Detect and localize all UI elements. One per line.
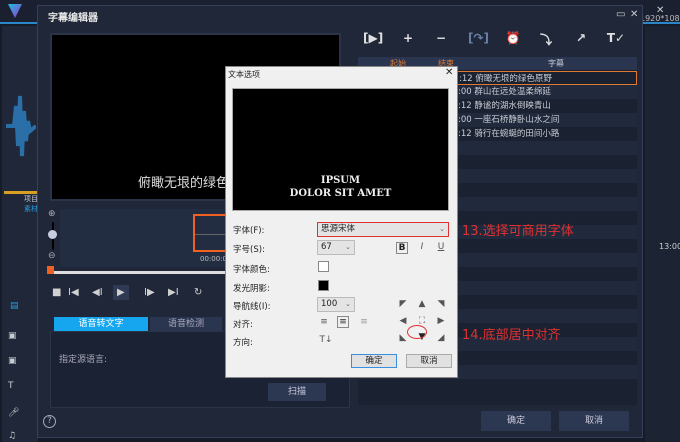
maximize-icon[interactable]: ▭ xyxy=(616,9,625,20)
annotation-circle xyxy=(407,325,427,339)
row-text: 骑行在蜿蜒的田间小路 xyxy=(474,129,560,139)
cancel-button[interactable]: 取消 xyxy=(559,411,629,431)
next-frame-button[interactable]: I▶ xyxy=(144,287,155,298)
align-center-icon[interactable]: ≡ xyxy=(337,316,349,328)
guide-select[interactable]: 100 ⌄ xyxy=(317,297,355,312)
size-select[interactable]: 67 ⌄ xyxy=(317,240,355,255)
underline-button[interactable]: U xyxy=(435,242,447,252)
annotation-step-13: 13.选择可商用字体 xyxy=(462,224,574,239)
play-subtitle-icon[interactable]: [▶] xyxy=(363,31,383,45)
font-label: 字体(F): xyxy=(233,226,265,236)
window-title: 字幕编辑器 xyxy=(48,13,98,24)
guide-value: 100 xyxy=(321,299,338,309)
app-logo-icon xyxy=(8,4,22,18)
align-left-icon[interactable]: ≡ xyxy=(318,317,330,327)
row-text: 静谧的湖水倒映青山 xyxy=(474,101,551,111)
time-offset-icon[interactable]: ⏰ xyxy=(503,31,523,45)
dialog-title: 文本选项 xyxy=(228,70,260,79)
text-options-dialog: 文本选项 ✕ IPSUM DOLOR SIT AMET 字体(F): 思源宋体 ⌄… xyxy=(225,66,458,378)
position-top-left-icon[interactable]: ◤ xyxy=(397,299,409,309)
merge-icon[interactable]: [↷] xyxy=(468,31,489,45)
text-preview: IPSUM DOLOR SIT AMET xyxy=(232,88,449,211)
clip-sub: 素材 xyxy=(24,205,38,213)
row-text: 俯瞰无垠的绿色原野 xyxy=(475,74,552,84)
resolution-label: 1920*1080 xyxy=(640,14,680,23)
remove-subtitle-icon[interactable]: − xyxy=(431,31,451,45)
font-color-label: 字体颜色: xyxy=(233,265,270,275)
position-middle-right-icon[interactable]: ▶ xyxy=(435,316,447,326)
zoom-in-icon[interactable]: ⊕ xyxy=(48,209,56,219)
dialog-close-icon[interactable]: ✕ xyxy=(445,67,453,78)
dialog-cancel-button[interactable]: 取消 xyxy=(406,354,452,368)
left-library-panel: 项目 素材 ▤ ▣ ▣ T 🎤︎ ♫ xyxy=(2,26,38,442)
stop-button[interactable]: ■ xyxy=(52,287,61,298)
dialog-ok-button[interactable]: 确定 xyxy=(351,354,397,368)
size-label: 字号(S): xyxy=(233,245,265,255)
chevron-down-icon: ⌄ xyxy=(345,300,351,308)
preview-line: IPSUM xyxy=(320,175,361,186)
prev-frame-button[interactable]: ◀I xyxy=(92,287,103,298)
position-top-right-icon[interactable]: ◥ xyxy=(435,299,447,309)
align-label: 对齐: xyxy=(233,320,253,330)
glow-shadow-swatch[interactable] xyxy=(318,280,329,291)
play-button[interactable]: ▶ xyxy=(113,285,129,300)
timecode: 00:00:0 xyxy=(200,255,227,263)
zoom-out-icon[interactable]: ⊖ xyxy=(48,251,56,261)
close-icon[interactable]: ✕ xyxy=(630,9,638,20)
repeat-button[interactable]: ↻ xyxy=(194,287,202,298)
guide-label: 导航线(I): xyxy=(233,302,271,312)
text-direction-icon[interactable]: T↓ xyxy=(318,335,334,345)
font-color-swatch[interactable] xyxy=(318,261,329,272)
export-icon[interactable]: ↗ xyxy=(571,31,591,45)
help-icon[interactable]: ? xyxy=(43,415,56,428)
tab-speech-to-text[interactable]: 语音转文字 xyxy=(54,317,148,331)
row-text: 一座石桥静卧山水之间 xyxy=(474,115,560,125)
chevron-down-icon: ⌄ xyxy=(345,243,351,251)
font-value: 思源宋体 xyxy=(321,224,356,234)
title-track-icon[interactable]: T xyxy=(8,381,14,391)
playhead[interactable] xyxy=(47,266,54,274)
ok-button[interactable]: 确定 xyxy=(481,411,551,431)
position-middle-left-icon[interactable]: ◀ xyxy=(397,316,409,326)
glow-shadow-label: 发光阴影: xyxy=(233,284,270,294)
zoom-slider-handle[interactable] xyxy=(48,230,57,239)
audio-waveform xyxy=(6,95,36,157)
overlay-track-icon[interactable]: ▣ xyxy=(8,356,17,366)
voice-track-icon[interactable]: 🎤︎ xyxy=(8,408,19,418)
go-start-button[interactable]: I◀ xyxy=(68,287,79,298)
direction-label: 方向: xyxy=(233,338,253,348)
size-value: 67 xyxy=(321,242,332,252)
clip-label: 项目 xyxy=(24,195,38,203)
right-side-panel: 13:000 xyxy=(645,26,680,442)
annotation-step-14: 14.底部居中对齐 xyxy=(462,328,561,343)
preview-line: DOLOR SIT AMET xyxy=(289,188,392,199)
music-track-icon[interactable]: ♫ xyxy=(8,431,16,441)
italic-button[interactable]: I xyxy=(416,242,428,252)
chevron-down-icon: ⌄ xyxy=(439,225,445,233)
position-bottom-right-icon[interactable]: ◢ xyxy=(435,333,447,343)
row-text: 群山在远处温柔绵延 xyxy=(474,87,551,97)
bold-button[interactable]: B xyxy=(396,242,408,254)
video-track-icon[interactable]: ▣ xyxy=(8,331,17,341)
import-icon[interactable]: ⤵ xyxy=(536,31,556,48)
text-options-icon[interactable]: T✓ xyxy=(606,31,626,45)
timeline-view-icon[interactable]: ▤ xyxy=(10,301,19,311)
align-right-icon[interactable]: ≡ xyxy=(358,317,370,327)
add-subtitle-icon[interactable]: + xyxy=(398,31,418,45)
tab-speech-detect[interactable]: 语音检测 xyxy=(150,317,222,331)
font-select[interactable]: 思源宋体 ⌄ xyxy=(317,222,449,237)
go-end-button[interactable]: ▶I xyxy=(168,287,179,298)
position-top-center-icon[interactable]: ▲ xyxy=(416,299,428,309)
source-language-label: 指定源语言: xyxy=(59,355,108,365)
preview-subtitle: 俯瞰无垠的绿色 xyxy=(138,176,230,191)
scan-button[interactable]: 扫描 xyxy=(268,383,326,401)
col-subtitle[interactable]: 字幕 xyxy=(548,58,564,69)
